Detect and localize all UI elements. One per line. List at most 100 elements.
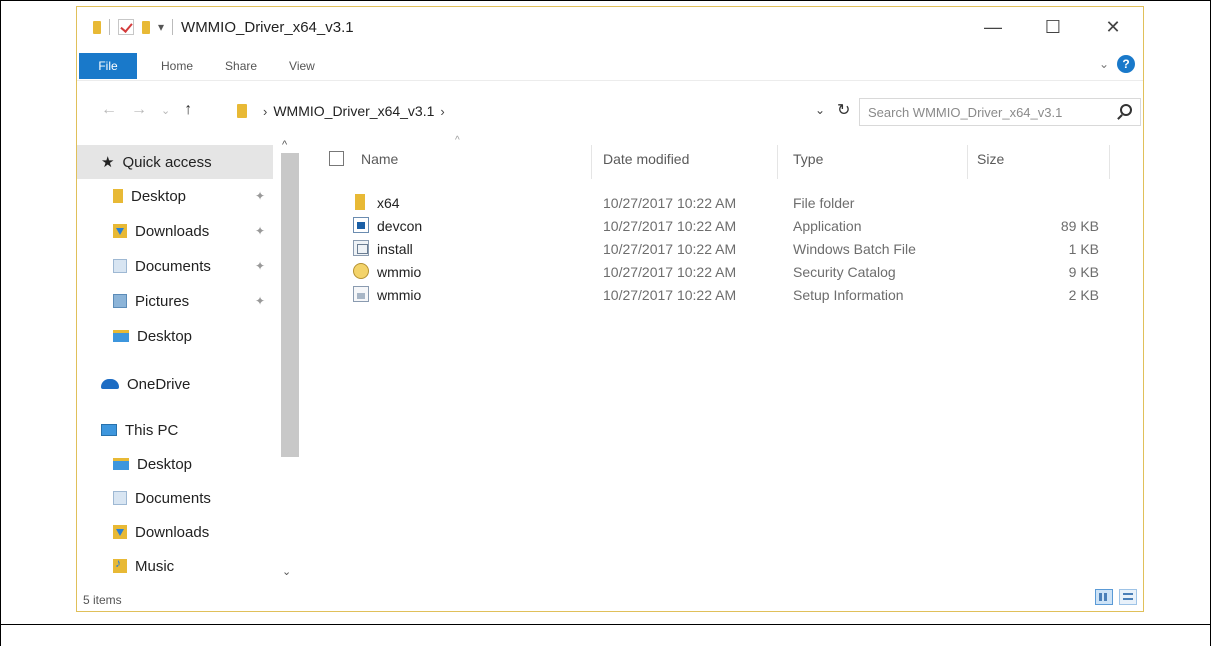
expand-ribbon-icon[interactable]: ⌄ [1099, 57, 1109, 71]
file-date: 10/27/2017 10:22 AM [603, 218, 737, 234]
onedrive-icon [101, 379, 119, 389]
star-icon: ★ [101, 154, 115, 171]
column-divider[interactable] [1109, 145, 1110, 179]
file-name: install [377, 241, 413, 257]
select-all-checkbox[interactable] [329, 151, 344, 166]
tab-view[interactable]: View [273, 53, 331, 79]
nav-item-this-pc[interactable]: This PC [77, 413, 273, 447]
file-row[interactable]: wmmio 10/27/2017 10:22 AM Security Catal… [317, 261, 1117, 284]
scroll-up-icon[interactable]: ^ [282, 139, 287, 151]
scroll-down-icon[interactable]: ⌄ [282, 565, 291, 578]
file-type: Windows Batch File [793, 241, 916, 257]
quick-access-toolbar: ▾ [77, 19, 174, 35]
up-icon[interactable]: ↑ [184, 101, 192, 119]
file-size: 1 KB [1068, 241, 1099, 257]
documents-icon [113, 259, 127, 273]
tab-share[interactable]: Share [209, 53, 273, 79]
batch-file-icon [353, 240, 369, 256]
new-folder-icon[interactable] [142, 20, 150, 34]
file-row[interactable]: install 10/27/2017 10:22 AM Windows Batc… [317, 238, 1117, 261]
nav-item-label: Quick access [122, 153, 212, 171]
doc-border-mid [0, 624, 1211, 625]
address-row: ← → ⌄ ↑ › WMMIO_Driver_x64_v3.1 › ⌄ ↻ Se… [77, 95, 1143, 129]
downloads-icon [113, 224, 127, 238]
ribbon-right: ⌄ ? [1099, 55, 1135, 73]
pin-icon[interactable]: ✦ [255, 259, 265, 273]
refresh-icon[interactable]: ↻ [837, 100, 850, 120]
nav-item-pictures[interactable]: Pictures ✦ [77, 284, 273, 318]
file-date: 10/27/2017 10:22 AM [603, 241, 737, 257]
column-header-name[interactable]: Name [361, 139, 398, 179]
file-date: 10/27/2017 10:22 AM [603, 287, 737, 303]
security-catalog-icon [353, 263, 369, 279]
search-icon[interactable] [1120, 104, 1132, 116]
close-button[interactable]: ✕ [1083, 7, 1143, 47]
navigation-pane: ★ Quick access Desktop ✦ Downloads ✦ Doc… [77, 139, 303, 585]
pin-icon[interactable]: ✦ [255, 294, 265, 308]
file-row[interactable]: devcon 10/27/2017 10:22 AM Application 8… [317, 215, 1117, 238]
this-pc-icon [101, 424, 117, 436]
desktop-icon [113, 330, 129, 342]
file-row[interactable]: wmmio 10/27/2017 10:22 AM Setup Informat… [317, 284, 1117, 307]
back-icon[interactable]: ← [101, 101, 117, 119]
help-icon[interactable]: ? [1117, 55, 1135, 73]
nav-pane-scrollbar[interactable]: ^ ⌄ [273, 139, 303, 585]
large-icons-view-button[interactable] [1119, 589, 1137, 605]
column-header-type[interactable]: Type [793, 139, 823, 179]
pin-icon[interactable]: ✦ [255, 224, 265, 238]
nav-item-documents[interactable]: Documents ✦ [77, 249, 273, 283]
maximize-button[interactable]: ☐ [1023, 7, 1083, 47]
documents-icon [113, 491, 127, 505]
minimize-button[interactable]: — [963, 7, 1023, 47]
file-name: devcon [377, 218, 423, 234]
column-divider[interactable] [967, 145, 968, 179]
folder-icon [237, 104, 247, 118]
window-title: WMMIO_Driver_x64_v3.1 [181, 18, 354, 36]
recent-locations-icon[interactable]: ⌄ [161, 104, 170, 117]
large-icons-view-icon [1123, 593, 1133, 601]
file-date: 10/27/2017 10:22 AM [603, 264, 737, 280]
column-divider[interactable] [591, 145, 592, 179]
nav-item-desktop[interactable]: Desktop [77, 447, 273, 481]
details-view-icon [1099, 593, 1109, 601]
sort-ascending-icon: ^ [455, 135, 460, 146]
search-placeholder: Search WMMIO_Driver_x64_v3.1 [868, 104, 1063, 120]
file-list: ^ Name Date modified Type Size x64 10/27… [317, 135, 1137, 585]
chevron-right-icon[interactable]: › [263, 104, 267, 119]
title-bar: ▾ WMMIO_Driver_x64_v3.1 — ☐ ✕ [77, 7, 1143, 47]
address-dropdown-icon[interactable]: ⌄ [815, 103, 825, 117]
chevron-right-icon[interactable]: › [440, 104, 444, 119]
nav-item-label: Documents [135, 257, 211, 275]
nav-item-documents[interactable]: Documents [77, 481, 273, 515]
customize-toolbar-icon[interactable]: ▾ [158, 20, 164, 34]
pin-icon[interactable]: ✦ [255, 189, 265, 203]
nav-item-label: Music [135, 557, 175, 575]
file-name: wmmio [377, 264, 422, 280]
tab-home[interactable]: Home [145, 53, 209, 79]
nav-item-label: Downloads [135, 523, 210, 541]
column-header-size[interactable]: Size [977, 139, 1004, 179]
file-size: 9 KB [1068, 264, 1099, 280]
nav-item-onedrive[interactable]: OneDrive [77, 367, 273, 401]
status-bar: 5 items [77, 589, 1143, 611]
details-view-button[interactable] [1095, 589, 1113, 605]
nav-item-downloads[interactable]: Downloads ✦ [77, 214, 273, 248]
column-divider[interactable] [777, 145, 778, 179]
search-input[interactable]: Search WMMIO_Driver_x64_v3.1 [859, 98, 1141, 126]
forward-icon[interactable]: → [131, 101, 147, 119]
folder-icon [355, 194, 365, 210]
breadcrumb-folder[interactable]: WMMIO_Driver_x64_v3.1 [273, 103, 434, 119]
file-row[interactable]: x64 10/27/2017 10:22 AM File folder [317, 192, 1117, 215]
tab-file[interactable]: File [79, 52, 137, 79]
nav-item-desktop[interactable]: Desktop [77, 319, 273, 353]
address-bar[interactable]: › WMMIO_Driver_x64_v3.1 › [237, 98, 835, 124]
nav-item-quick-access[interactable]: ★ Quick access [77, 145, 273, 179]
nav-item-music[interactable]: Music [77, 549, 273, 583]
scrollbar-thumb[interactable] [281, 153, 299, 457]
nav-item-label: This PC [125, 421, 179, 439]
nav-item-downloads[interactable]: Downloads [77, 515, 273, 549]
properties-icon[interactable] [118, 19, 134, 35]
nav-item-desktop[interactable]: Desktop ✦ [77, 179, 273, 213]
nav-item-label: Desktop [137, 327, 193, 345]
column-header-date-modified[interactable]: Date modified [603, 139, 689, 179]
